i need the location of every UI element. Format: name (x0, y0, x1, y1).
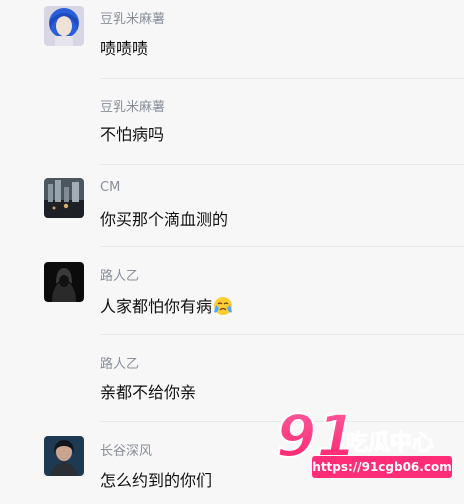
comment-item: 豆乳米麻薯 啧啧啧 (0, 0, 464, 82)
svg-text:吃瓜中心: 吃瓜中心 (346, 430, 434, 456)
avatar[interactable] (44, 262, 84, 302)
crying-face-emoji-icon (213, 296, 233, 316)
avatar[interactable] (44, 178, 84, 218)
comment-item: 豆乳米麻薯 不怕病吗 (0, 82, 464, 168)
comment-text: 亲都不给你亲 (100, 383, 197, 402)
username[interactable]: 长谷深风 (100, 440, 152, 459)
watermark-url: https://91cgb06.com (312, 456, 452, 478)
divider (100, 164, 464, 165)
comment-item: 路人乙 人家都怕你有病 (0, 248, 464, 338)
comment-text-content: 人家都怕你有病 (100, 297, 213, 316)
comment-item: CM 你买那个滴血测的 (0, 168, 464, 248)
comment-text: 啧啧啧 (100, 39, 149, 58)
username[interactable]: CM (100, 180, 120, 195)
comment-text: 怎么约到的你们 (100, 471, 213, 490)
comment-text: 不怕病吗 (100, 125, 165, 144)
username[interactable]: 路人乙 (100, 265, 139, 284)
comment-text: 你买那个滴血测的 (100, 210, 229, 229)
divider (100, 334, 464, 335)
avatar[interactable] (44, 6, 84, 46)
username[interactable]: 豆乳米麻薯 (100, 96, 165, 115)
divider (100, 78, 464, 79)
watermark-logo: 91 吃瓜中心 (275, 401, 464, 500)
username[interactable]: 路人乙 (100, 353, 139, 372)
divider (100, 246, 464, 247)
comment-text: 人家都怕你有病 (100, 293, 233, 317)
avatar[interactable] (44, 436, 84, 476)
username[interactable]: 豆乳米麻薯 (100, 8, 165, 27)
